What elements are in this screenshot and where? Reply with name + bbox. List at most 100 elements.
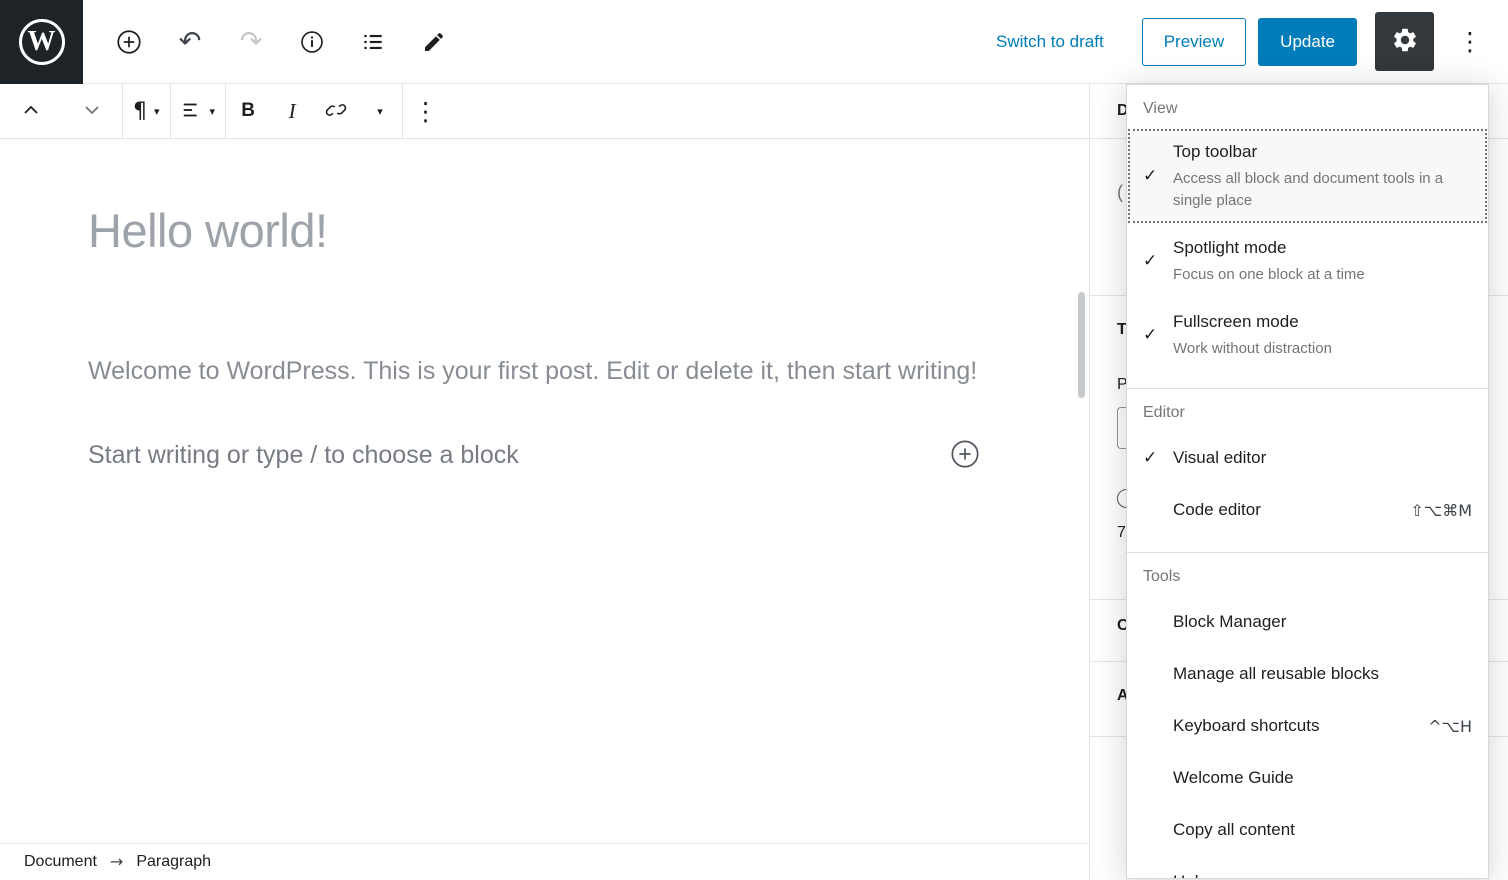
post-canvas: Hello world! Welcome to WordPress. This … (0, 139, 1089, 473)
menu-item-label: Welcome Guide (1173, 768, 1294, 787)
menu-item-body: Spotlight mode Focus on one block at a ti… (1173, 236, 1472, 286)
menu-item-label: Spotlight mode (1173, 238, 1287, 257)
block-type-group: ¶ ▾ (123, 84, 171, 138)
redo-button[interactable]: ↷ (233, 18, 269, 66)
menu-section-title: Tools (1143, 568, 1181, 585)
ellipsis-icon: ⋮ (413, 96, 439, 126)
chevron-up-icon (21, 100, 41, 123)
menu-item-body: Block Manager (1173, 610, 1472, 634)
post-paragraph-block[interactable]: Welcome to WordPress. This is your first… (88, 350, 978, 392)
italic-button[interactable]: I (270, 84, 314, 138)
block-appender[interactable]: Start writing or type / to choose a bloc… (88, 438, 981, 473)
gear-icon (1391, 26, 1419, 57)
inline-inserter-button[interactable] (949, 438, 981, 473)
block-navigation-button[interactable] (355, 18, 391, 66)
plus-circle-icon (115, 28, 143, 56)
wordpress-logo[interactable]: W (0, 0, 83, 84)
menu-item-visual-editor[interactable]: ✓ Visual editor (1127, 432, 1488, 484)
editor-workspace: ¶ ▾ ▾ B I ▾ ⋮ Hello world! Welcome to Wo… (0, 84, 1508, 879)
post-title[interactable]: Hello world! (88, 203, 1001, 258)
more-formatting-button[interactable]: ▾ (358, 84, 402, 138)
block-inserter-button[interactable] (111, 18, 147, 66)
menu-item-body: Top toolbar Access all block and document… (1173, 140, 1472, 212)
block-type-button[interactable]: ¶ ▾ (123, 84, 170, 138)
menu-item-body: Welcome Guide (1173, 766, 1472, 790)
chevron-down-icon: ▾ (154, 104, 160, 118)
menu-item-body: Keyboard shortcuts (1173, 714, 1428, 738)
move-block-up-button[interactable] (0, 84, 61, 138)
block-options-group: ⋮ (403, 84, 448, 138)
text-align-button[interactable]: ▾ (171, 84, 226, 138)
more-options-button[interactable]: ⋮ (1450, 18, 1490, 66)
italic-icon: I (288, 98, 296, 123)
menu-section-view: View ✓ Top toolbar Access all block and doc… (1127, 85, 1488, 389)
ellipsis-icon: ⋮ (1457, 27, 1483, 56)
bold-button[interactable]: B (226, 84, 270, 138)
undo-icon: ↶ (178, 26, 202, 57)
move-block-down-button[interactable] (61, 84, 122, 138)
menu-item-copy-all-content[interactable]: Copy all content (1127, 804, 1488, 856)
align-left-icon (181, 99, 203, 124)
document-tools: ↶ ↷ (111, 18, 452, 66)
menu-section-title: Editor (1143, 404, 1185, 421)
content-scrollbar[interactable] (1078, 292, 1085, 398)
menu-item-body: Copy all content (1173, 818, 1472, 842)
chevron-down-icon (82, 100, 102, 123)
menu-item-label: Visual editor (1173, 448, 1267, 467)
chevron-down-icon: ▾ (377, 104, 383, 118)
menu-item-spotlight-mode[interactable]: ✓ Spotlight mode Focus on one block at a t… (1127, 224, 1488, 298)
check-icon: ✓ (1143, 166, 1158, 186)
menu-item-keyboard-shortcuts[interactable]: Keyboard shortcuts ^⌥H (1127, 700, 1488, 752)
menu-item-label: Help (1173, 870, 1472, 878)
preview-button[interactable]: Preview (1141, 17, 1247, 66)
switch-to-draft-link[interactable]: Switch to draft (996, 32, 1104, 52)
undo-button[interactable]: ↶ (172, 18, 208, 66)
update-button[interactable]: Update (1258, 17, 1357, 66)
more-options-menu: View ✓ Top toolbar Access all block and doc… (1126, 84, 1489, 879)
content-column: ¶ ▾ ▾ B I ▾ ⋮ Hello world! Welcome to Wo… (0, 84, 1089, 879)
breadcrumb-paragraph: Paragraph (136, 852, 212, 870)
sidebar-fragment: ( (1117, 182, 1123, 202)
topbar-actions: Switch to draft Preview Update ⋮ (996, 12, 1508, 71)
menu-section-title: View (1143, 100, 1178, 117)
sidebar-fragment: 7 (1117, 524, 1126, 541)
breadcrumb-arrow-icon: → (109, 852, 124, 871)
menu-item-welcome-guide[interactable]: Welcome Guide (1127, 752, 1488, 804)
menu-item-code-editor[interactable]: Code editor ⇧⌥⌘M (1127, 484, 1488, 536)
menu-item-description: Work without distraction (1173, 340, 1332, 357)
alignment-group: ▾ (171, 84, 227, 138)
edit-mode-button[interactable] (416, 18, 452, 66)
menu-item-body: Manage all reusable blocks (1173, 662, 1472, 686)
menu-item-label: Code editor (1173, 500, 1261, 519)
wordpress-logo-icon: W (18, 18, 65, 65)
menu-item-body: Fullscreen mode Work without distraction (1173, 310, 1472, 360)
plus-circle-icon (949, 438, 981, 473)
block-mover-group (0, 84, 123, 138)
menu-item-body: Code editor (1173, 498, 1410, 522)
menu-item-label: Manage all reusable blocks (1173, 664, 1380, 683)
menu-item-block-manager[interactable]: Block Manager (1127, 596, 1488, 648)
menu-item-label: Top toolbar (1173, 142, 1258, 161)
block-toolbar: ¶ ▾ ▾ B I ▾ ⋮ (0, 84, 1089, 139)
breadcrumb-document[interactable]: Document (24, 853, 97, 871)
menu-item-help[interactable]: Help (1127, 856, 1488, 878)
menu-item-description: Access all block and document tools in a… (1173, 170, 1444, 209)
formatting-group: B I ▾ (226, 84, 404, 138)
block-options-button[interactable]: ⋮ (403, 84, 448, 138)
menu-item-top-toolbar[interactable]: ✓ Top toolbar Access all block and documen… (1127, 128, 1488, 224)
redo-icon: ↷ (239, 26, 263, 57)
info-icon (299, 29, 325, 55)
keyboard-shortcut-label: ⇧⌥⌘M (1410, 500, 1472, 520)
menu-item-description: Focus on one block at a time (1173, 266, 1365, 283)
bold-icon: B (241, 100, 255, 121)
paragraph-icon: ¶ (133, 98, 147, 124)
check-icon: ✓ (1143, 325, 1158, 345)
content-structure-button[interactable] (294, 18, 330, 66)
link-button[interactable] (314, 84, 358, 138)
pencil-icon (422, 30, 446, 54)
wordpress-block-editor: W ↶ ↷ Switch to draft Preview Update ⋮ ¶… (0, 0, 1508, 880)
list-view-icon (360, 29, 386, 55)
menu-item-fullscreen-mode[interactable]: ✓ Fullscreen mode Work without distraction (1127, 298, 1488, 372)
menu-item-manage-all-reusable-blocks[interactable]: Manage all reusable blocks (1127, 648, 1488, 700)
settings-button[interactable] (1375, 12, 1434, 71)
